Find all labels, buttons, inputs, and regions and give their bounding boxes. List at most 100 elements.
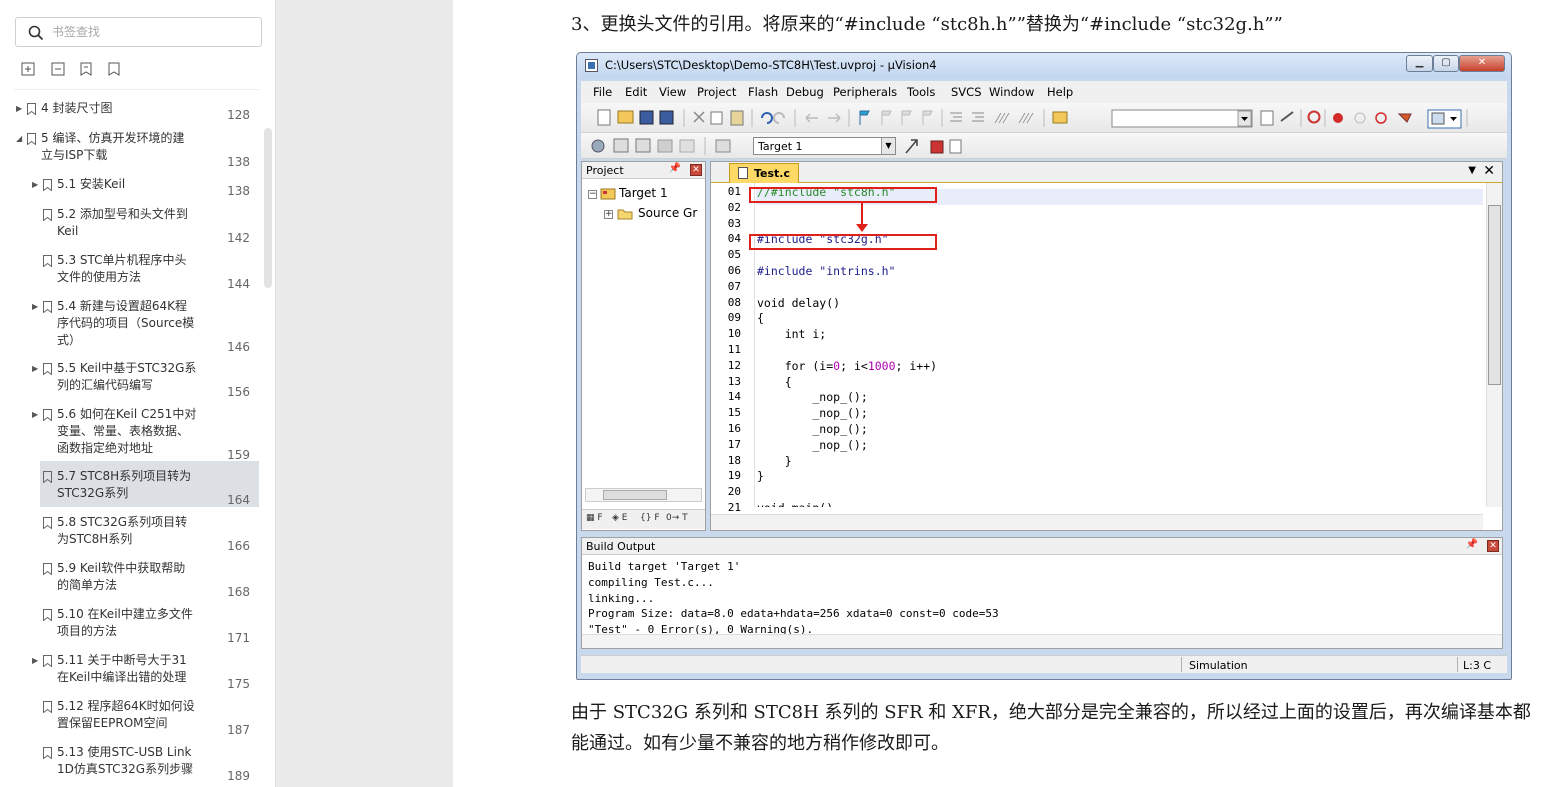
bookmark-search-box[interactable]	[15, 17, 262, 47]
close-icon[interactable]: ✕	[690, 164, 702, 176]
expand-arrow-icon[interactable]: ▶	[32, 364, 42, 374]
build-toolbar-icons	[591, 137, 731, 155]
bookmark-page-number: 187	[227, 723, 250, 737]
code-line: _nop_();	[757, 437, 868, 452]
expand-arrow-icon[interactable]: ▶	[32, 302, 42, 312]
add-bookmark-icon[interactable]	[78, 61, 94, 77]
pin-icon[interactable]: 📌	[1466, 539, 1478, 550]
menu-tools[interactable]: Tools	[907, 85, 935, 99]
tab-test-c[interactable]: Test.c	[729, 163, 799, 183]
editor-vertical-scrollbar[interactable]	[1486, 183, 1502, 507]
bookmark-icon[interactable]	[106, 61, 122, 77]
step-heading: 3、更换头文件的引用。将原来的“#include “stc8h.h””替换为“#…	[571, 14, 1283, 35]
tree-source-group[interactable]: Source Gr	[638, 206, 697, 220]
target-options-icons	[905, 139, 962, 154]
code-line: }	[757, 469, 764, 484]
main-toolbar	[581, 103, 1507, 133]
target-select[interactable]: Target 1 ▼	[753, 137, 896, 155]
expand-arrow-icon[interactable]: ▶	[32, 656, 42, 666]
menu-project[interactable]: Project	[697, 85, 736, 99]
editor-horizontal-scrollbar[interactable]	[711, 514, 1483, 530]
bookmark-flag-icon	[43, 301, 52, 313]
bookmark-label: 5.12 程序超64K时如何设 置保留EEPROM空间	[57, 699, 195, 730]
bookmark-page-number: 146	[227, 340, 250, 354]
bookmark-page-number: 164	[227, 493, 250, 507]
expand-all-icon[interactable]	[20, 61, 36, 77]
bookmark-page-number: 128	[227, 108, 250, 122]
bookmark-label: 5.10 在Keil中建立多文件 项目的方法	[57, 607, 193, 638]
menu-edit[interactable]: Edit	[625, 85, 647, 99]
bookmark-label: 5.1 安装Keil	[57, 177, 126, 191]
menu-view[interactable]: View	[659, 85, 686, 99]
build-output-title: Build Output	[586, 540, 656, 553]
bookmark-flag-icon	[43, 471, 52, 483]
close-icon[interactable]: ✕	[1483, 163, 1495, 179]
window-titlebar: C:\Users\STC\Desktop\Demo-STC8H\Test.uvp…	[577, 53, 1511, 79]
bookmark-flag-icon	[43, 363, 52, 375]
target-icon	[600, 188, 616, 200]
collapse-arrow-icon[interactable]: ◢	[16, 134, 26, 144]
build-log-line: compiling Test.c...	[588, 575, 714, 589]
close-button[interactable]: ✕	[1459, 55, 1505, 72]
code-line: _nop_();	[757, 406, 868, 421]
books-tab-icon[interactable]: ◈ E	[612, 513, 627, 523]
pin-icon[interactable]: 📌	[669, 163, 681, 174]
bookmark-page-number: 189	[227, 769, 250, 783]
code-line: _nop_();	[757, 422, 868, 436]
close-icon[interactable]: ✕	[1487, 540, 1499, 552]
menu-peripherals[interactable]: Peripherals	[833, 85, 897, 99]
project-horizontal-scrollbar[interactable]	[585, 488, 702, 502]
collapse-icon[interactable]: −	[588, 190, 597, 199]
code-area[interactable]: //#include "stc8h.h" #include "stc32g.h" #…	[711, 183, 1483, 507]
project-tab-icon[interactable]: ▦ F	[586, 513, 603, 523]
bookmark-page-number: 168	[227, 585, 250, 599]
functions-tab-icon[interactable]: {} F	[640, 513, 660, 523]
code-line: void delay()	[757, 295, 841, 310]
pdf-viewer: ▶ 4 封装尺寸图 128 ◢ 5 编译、仿真开发环境的建立与ISP下载 138 ▶ 5.1 …	[0, 0, 1562, 787]
bookmark-label: 5.5 Keil中基于STC32G系 列的汇编代码编写	[57, 361, 197, 392]
bookmark-page-number: 138	[227, 155, 250, 169]
bookmark-search-input[interactable]	[52, 22, 252, 42]
project-pane-title: Project	[586, 164, 624, 177]
project-pane-header: Project 📌 ✕	[582, 162, 705, 179]
file-icon	[738, 167, 748, 179]
minimize-button[interactable]: ▁	[1406, 55, 1433, 72]
menu-svcs[interactable]: SVCS	[951, 85, 982, 99]
expand-arrow-icon[interactable]: ▶	[16, 104, 26, 114]
bookmark-flag-icon	[43, 209, 52, 221]
target-select-value: Target 1	[758, 140, 803, 153]
expand-icon[interactable]: +	[604, 210, 613, 219]
bookmark-label: 5.3 STC单片机程序中头 文件的使用方法	[57, 253, 187, 284]
bookmark-label: 5 编译、仿真开发环境的建 立与ISP下载	[41, 131, 185, 162]
bookmark-flag-icon	[43, 563, 52, 575]
build-horizontal-scrollbar[interactable]	[582, 634, 1502, 648]
menu-file[interactable]: File	[593, 85, 612, 99]
maximize-button[interactable]: ▢	[1433, 55, 1459, 72]
menu-help[interactable]: Help	[1047, 85, 1073, 99]
bookmark-page-number: 175	[227, 677, 250, 691]
expand-arrow-icon[interactable]: ▶	[32, 180, 42, 190]
tree-target[interactable]: Target 1	[619, 186, 668, 200]
collapse-all-icon[interactable]	[50, 61, 66, 77]
bookmark-flag-icon	[43, 747, 52, 759]
tab-label: Test.c	[754, 167, 791, 180]
editor-tab-bar: Test.c ▼ ✕	[711, 162, 1502, 183]
code-line: }	[757, 453, 792, 468]
status-mode: Simulation	[1189, 659, 1248, 672]
menu-flash[interactable]: Flash	[748, 85, 778, 99]
templates-tab-icon[interactable]: 0→ T	[666, 513, 688, 523]
bookmark-panel: ▶ 4 封装尺寸图 128 ◢ 5 编译、仿真开发环境的建立与ISP下载 138 ▶ 5.1 …	[0, 0, 276, 787]
expand-arrow-icon[interactable]: ▶	[32, 410, 42, 420]
bookmark-label: 5.4 新建与设置超64K程 序代码的项目（Source模 式）	[57, 299, 195, 347]
bookmark-scrollbar[interactable]	[264, 128, 272, 288]
chevron-down-icon[interactable]: ▼	[1468, 165, 1476, 176]
menu-window[interactable]: Window	[989, 85, 1034, 99]
build-log-line: linking...	[588, 591, 655, 605]
uvision-app-icon	[585, 59, 598, 72]
menu-bar: File Edit View Project Flash Debug Peripherals…	[581, 81, 1507, 103]
bookmark-flag-icon	[27, 133, 36, 145]
menu-debug[interactable]: Debug	[786, 85, 824, 99]
bookmark-label: 5.11 关于中断号大于31 在Keil中编译出错的处理	[57, 653, 187, 684]
build-output-pane: Build Output 📌 ✕ Build target 'Target 1'…	[581, 537, 1503, 649]
project-pane: Project 📌 ✕ − Target 1 + Source Gr ▦ F ◈…	[581, 161, 706, 531]
